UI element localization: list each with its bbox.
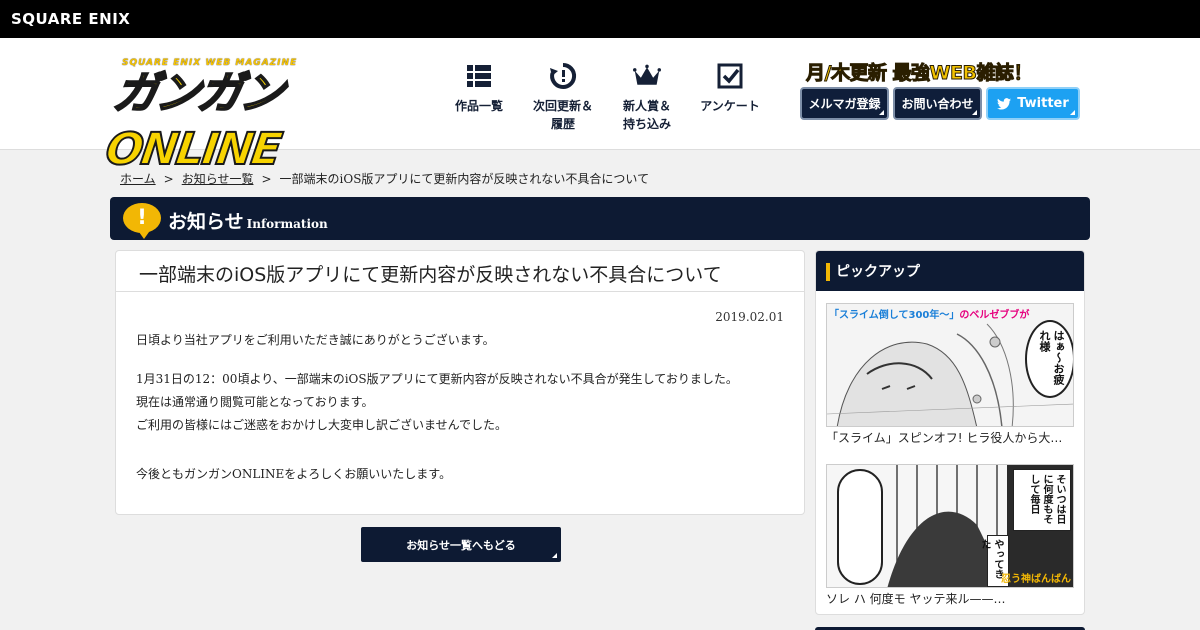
section-title: お知らせ Information	[168, 207, 328, 234]
gangan-online-logo[interactable]: SQUARE ENIX WEB MAGAZINE ガンガンONLINE	[102, 58, 426, 176]
nav-works-label: 作品一覧	[454, 99, 503, 113]
article-paragraph: 日頃より当社アプリをご利用いただき誠にありがとうございます。	[136, 333, 495, 347]
twitter-label: Twitter	[1017, 96, 1069, 111]
nav-schedule-label: 次回更新＆ 履歴	[532, 99, 593, 131]
breadcrumb: ホーム > お知らせ一覧 > 一部端末のiOS版アプリにて更新内容が反映されない不具合に…	[120, 170, 649, 187]
breadcrumb-home[interactable]: ホーム	[120, 172, 156, 186]
breadcrumb-separator: >	[163, 172, 174, 186]
manga-thumbnail[interactable]: 「スライム倒して300年～」のベルゼブブが はぁ～お疲れ様	[826, 303, 1074, 427]
article-paragraph: 現在は通常通り閲覧可能となっております。	[136, 395, 374, 409]
overlay-title: 「スライム倒して300年～」	[829, 310, 960, 321]
section-title-text: お知らせ	[168, 211, 244, 233]
badge-glyph: !	[137, 205, 147, 229]
speech-bubble: はぁ～お疲れ様	[1025, 320, 1073, 398]
article-paragraph: ご利用の皆様にはご迷惑をおかけし大変申し訳ございませんでした。	[136, 418, 508, 432]
clock-refresh-icon	[550, 62, 577, 89]
newsletter-label: メルマガ登録	[808, 97, 881, 111]
twitter-bird-icon	[997, 97, 1012, 110]
list-grid-icon	[467, 65, 491, 87]
accent-bar	[826, 263, 830, 281]
square-enix-logo[interactable]: SQUARE ENIX	[11, 10, 130, 28]
article-body: 日頃より当社アプリをご利用いただき誠にありがとうございます。 1月31日の12：…	[136, 329, 738, 486]
contact-label: お問い合わせ	[901, 97, 974, 111]
section-subtitle: Information	[246, 217, 328, 231]
crown-icon	[633, 64, 661, 85]
corner-arrow-icon	[879, 110, 884, 115]
overlay-text: のベルゼブブが	[959, 310, 1030, 321]
speech-text: はぁ～お疲れ様	[1038, 330, 1065, 385]
update-promo: 月/木更新 最強WEB雑誌！	[806, 62, 1033, 85]
back-button-label: お知らせ一覧へもどる	[406, 538, 516, 552]
breadcrumb-separator: >	[261, 172, 272, 186]
pickup-caption[interactable]: ソレ ハ 何度モ ヤッテ来ル——…	[826, 590, 1074, 607]
section-header: ! お知らせ Information	[110, 197, 1090, 240]
checkbox-icon	[717, 63, 743, 89]
manga-thumbnail[interactable]: そいつは日に何度もそして毎日 やってきた 忍う神ばんばん	[826, 464, 1074, 588]
article-paragraph: 今後ともガンガンONLINEをよろしくお願いいたします。	[136, 467, 452, 481]
article-title: 一部端末のiOS版アプリにて更新内容が反映されない不具合について	[116, 251, 804, 292]
narration-text: そいつは日に何度もそして毎日	[1028, 474, 1065, 524]
news-article: 一部端末のiOS版アプリにて更新内容が反映されない不具合について 2019.02…	[115, 250, 805, 515]
corner-arrow-icon	[1070, 110, 1075, 115]
author-signature: 忍う神ばんばん	[1001, 574, 1071, 585]
corner-arrow-icon	[972, 110, 977, 115]
logo-wordmark: ガンガンONLINE	[102, 67, 287, 176]
narration-box: そいつは日に何度もそして毎日	[1013, 469, 1071, 531]
site-header: SQUARE ENIX WEB MAGAZINE ガンガンONLINE 作品一覧…	[0, 38, 1200, 176]
twitter-button[interactable]: Twitter	[986, 87, 1080, 120]
back-to-news-button[interactable]: お知らせ一覧へもどる	[361, 527, 561, 562]
pickup-sidebar: ピックアップ 「スライム倒して300年～」のベルゼブブが はぁ～お疲れ様 「スラ…	[815, 250, 1085, 615]
pickup-title: ピックアップ	[836, 264, 920, 280]
manga-caption-overlay: 「スライム倒して300年～」のベルゼブブが	[829, 306, 1029, 321]
pickup-header: ピックアップ	[816, 251, 1084, 291]
exclamation-icon: !	[123, 203, 161, 239]
newsletter-button[interactable]: メルマガ登録	[800, 87, 889, 120]
breadcrumb-news[interactable]: お知らせ一覧	[182, 172, 254, 186]
corporate-bar: SQUARE ENIX	[0, 0, 1200, 38]
pickup-item[interactable]: そいつは日に何度もそして毎日 やってきた 忍う神ばんばん ソレ ハ 何度モ ヤッ…	[826, 464, 1074, 607]
nav-award-label: 新人賞＆ 持ち込み	[622, 99, 671, 131]
pickup-item[interactable]: 「スライム倒して300年～」のベルゼブブが はぁ～お疲れ様 「スライム」スピンオ…	[826, 303, 1074, 446]
breadcrumb-current: 一部端末のiOS版アプリにて更新内容が反映されない不具合について	[279, 172, 650, 186]
pickup-caption[interactable]: 「スライム」スピンオフ! ヒラ役人から大臣…	[826, 429, 1074, 446]
article-date: 2019.02.01	[715, 310, 784, 324]
contact-button[interactable]: お問い合わせ	[893, 87, 982, 120]
nav-survey-label: アンケート	[700, 99, 760, 113]
article-paragraph: 1月31日の12：00頃より、一部端末のiOS版アプリにて更新内容が反映されない…	[136, 372, 738, 386]
corner-arrow-icon	[552, 553, 557, 558]
speech-bubble	[837, 469, 883, 585]
